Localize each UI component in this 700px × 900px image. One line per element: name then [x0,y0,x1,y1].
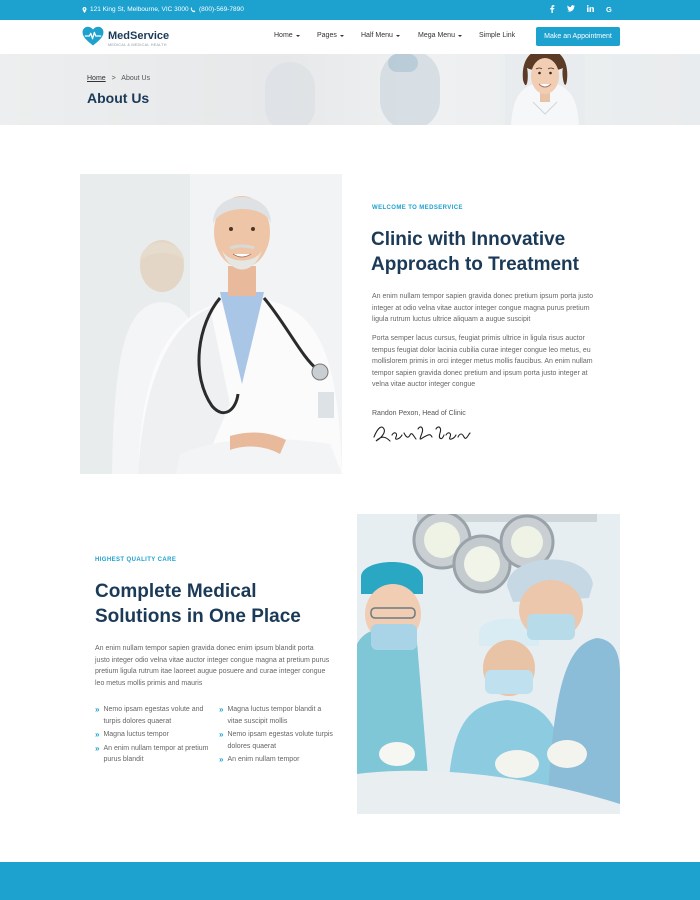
list-item-text: Nemo ipsam egestas volute turpis dolores… [227,731,333,750]
double-chevron-icon: » [219,755,224,764]
phone-info: (800)-569-7890 [190,6,244,13]
caret-down-icon [457,34,462,37]
feature-list-left: » Nemo ipsam egestas volute and turpis do… [95,704,213,768]
page-title: About Us [87,90,150,106]
list-item-text: An enim nullam tempor [227,756,300,763]
section-heading: Complete Medical Solutions in One Place [95,579,301,629]
feature-list-right: » Magna luctus tempor blandit a vitae sus… [219,704,337,768]
double-chevron-icon: » [219,705,224,714]
signature-image [372,423,472,450]
smiling-nurse-photo [505,54,585,125]
list-item-text: Nemo ipsam egestas volute and turpis dol… [103,706,204,725]
section-eyebrow: WELCOME TO MEDSERVICE [372,205,463,211]
phone-text[interactable]: (800)-569-7890 [199,6,244,13]
heading-line: Solutions in One Place [95,606,301,627]
brand-tagline: MEDICAL & MEDICAL HEALTH [108,42,167,47]
nav-mega-menu[interactable]: Mega Menu [418,32,462,39]
caret-down-icon [395,34,400,37]
linkedin-icon[interactable] [587,5,594,12]
facebook-icon[interactable] [549,5,555,13]
nav-half-menu[interactable]: Half Menu [361,32,400,39]
list-item: » Magna luctus tempor [95,729,213,741]
breadcrumb-current: About Us [121,75,151,82]
breadcrumb-home-link[interactable]: Home [87,75,106,82]
phone-icon [190,6,196,13]
heading-line: Complete Medical [95,581,257,602]
brand-logo[interactable]: MedService MEDICAL & MEDICAL HEALTH [82,26,169,51]
heart-pulse-icon [82,26,104,51]
quality-paragraph: An enim nullam tempor sapien gravida don… [95,645,330,687]
nav-pages[interactable]: Pages [317,32,344,39]
double-chevron-icon: » [95,743,100,753]
about-paragraph-1: An enim nullam tempor sapien gravida don… [372,293,594,323]
double-chevron-icon: » [95,730,100,739]
list-item-text: An enim nullam tempor at pretium purus b… [103,744,209,764]
list-item: » An enim nullam tempor [219,754,337,766]
breadcrumb: Home > About Us [87,75,150,82]
nav-simple-link-label: Simple Link [479,32,516,39]
list-item: » An enim nullam tempor at pretium purus … [95,743,213,766]
top-bar: 121 King St, Melbourne, VIC 3000 (800)-5… [0,0,700,20]
background-photo-blur [388,54,418,72]
list-item-text: Magna luctus tempor [103,731,169,738]
nav-simple-link[interactable]: Simple Link [479,32,515,39]
surgery-team-photo [357,514,620,814]
caret-down-icon [339,34,344,37]
double-chevron-icon: » [219,730,224,739]
twitter-icon[interactable] [567,5,575,12]
heading-line: Approach to Treatment [371,254,579,275]
list-item: » Nemo ipsam egestas volute turpis dolore… [219,729,337,752]
google-icon[interactable]: G [606,5,612,14]
nav-half-menu-label: Half Menu [361,32,393,39]
list-item: » Nemo ipsam egestas volute and turpis do… [95,704,213,727]
doctor-photo [80,174,342,474]
location-pin-icon [82,6,87,13]
signer-name: Randon Pexon, Head of Clinic [372,410,466,417]
nav-home[interactable]: Home [274,32,300,39]
double-chevron-icon: » [95,705,100,714]
address-info: 121 King St, Melbourne, VIC 3000 [82,6,189,13]
nav-mega-menu-label: Mega Menu [418,32,455,39]
brand-name: MedService [108,29,170,42]
background-photo-blur [265,62,315,125]
breadcrumb-separator: > [111,75,116,82]
page-title-band: Home > About Us About Us [0,54,700,125]
nav-home-label: Home [274,32,293,39]
about-paragraph-2: Porta semper lacus cursus, feugiat primi… [372,335,593,388]
address-text: 121 King St, Melbourne, VIC 3000 [90,6,189,13]
list-item: » Magna luctus tempor blandit a vitae sus… [219,704,337,727]
heading-line: Clinic with Innovative [371,229,566,250]
site-header: MedService MEDICAL & MEDICAL HEALTH Home… [0,20,700,54]
footer-band [0,862,700,900]
section-heading: Clinic with Innovative Approach to Treat… [371,227,579,277]
list-item-text: Magna luctus tempor blandit a vitae susc… [227,706,322,725]
section-eyebrow: HIGHEST QUALITY CARE [95,557,177,563]
make-appointment-button[interactable]: Make an Appointment [536,27,620,46]
caret-down-icon [295,34,300,37]
nav-pages-label: Pages [317,32,337,39]
